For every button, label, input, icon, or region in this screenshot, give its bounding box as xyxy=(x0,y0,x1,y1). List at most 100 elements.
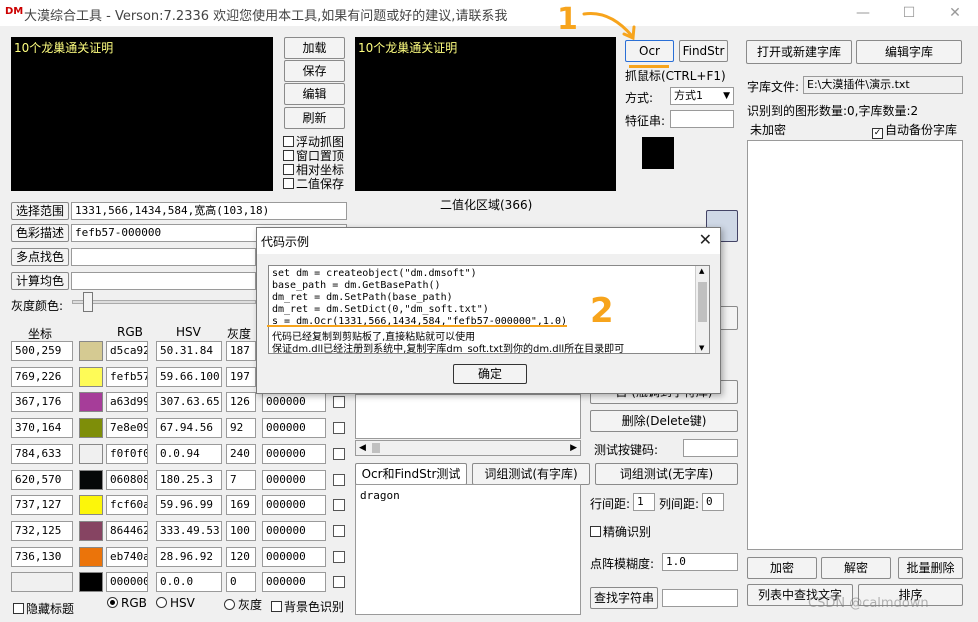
table-coord-cell[interactable]: 736,130 xyxy=(11,547,73,567)
code-scroll-thumb[interactable] xyxy=(698,282,707,322)
table-value-cell[interactable]: 000000 xyxy=(262,495,326,515)
test-key-input[interactable] xyxy=(683,439,738,457)
minimize-button[interactable]: — xyxy=(840,0,886,26)
table-gray-cell[interactable]: 7 xyxy=(226,470,256,490)
feature-input[interactable] xyxy=(670,110,734,128)
table-value-cell[interactable]: 000000 xyxy=(262,521,326,541)
table-row-checkbox[interactable] xyxy=(333,448,345,460)
gray-slider-thumb[interactable] xyxy=(83,292,93,312)
dict-list[interactable] xyxy=(747,140,963,550)
avg-color-button[interactable]: 计算均色 xyxy=(11,272,69,290)
code-scrollbar[interactable]: ▲ ▼ xyxy=(695,266,709,353)
rgb-radio[interactable]: RGB xyxy=(107,596,147,610)
table-coord-cell[interactable]: 370,164 xyxy=(11,418,73,438)
scroll-down-icon[interactable]: ▼ xyxy=(699,344,704,352)
open-dict-button[interactable]: 打开或新建字库 xyxy=(746,40,852,64)
table-coord-cell[interactable]: 620,570 xyxy=(11,470,73,490)
decrypt-button[interactable]: 解密 xyxy=(821,557,891,579)
table-hsv-cell[interactable]: 28.96.92 xyxy=(156,547,222,567)
table-coord-cell[interactable]: 500,259 xyxy=(11,341,73,361)
auto-backup-checkbox[interactable]: ✓ 自动备份字库 xyxy=(872,121,957,139)
table-rgb-cell[interactable]: d5ca92 xyxy=(106,341,148,361)
table-hsv-cell[interactable]: 59.66.100 xyxy=(156,367,222,387)
row-gap-input[interactable]: 1 xyxy=(633,493,655,511)
hide-title-checkbox[interactable]: 隐藏标题 xyxy=(13,600,74,617)
dialog-close-icon[interactable]: ✕ xyxy=(699,230,712,249)
scroll-left-icon[interactable]: ◀ xyxy=(359,441,366,455)
gray-slider-track[interactable] xyxy=(72,300,256,304)
table-coord-cell[interactable] xyxy=(11,572,73,592)
table-coord-cell[interactable]: 367,176 xyxy=(11,392,73,412)
table-hsv-cell[interactable]: 0.0.0 xyxy=(156,572,222,592)
load-button[interactable]: 加载 xyxy=(284,37,345,59)
table-rgb-cell[interactable]: 000000 xyxy=(106,572,148,592)
table-value-cell[interactable]: 000000 xyxy=(262,392,326,412)
batch-delete-button[interactable]: 批量删除 xyxy=(898,557,963,579)
table-row-checkbox[interactable] xyxy=(333,551,345,563)
select-range-input[interactable]: 1331,566,1434,584,宽高(103,18) xyxy=(71,202,347,220)
multi-color-input[interactable] xyxy=(71,248,256,266)
multi-color-button[interactable]: 多点找色 xyxy=(11,248,69,266)
ocr-result-area[interactable]: dragon xyxy=(355,484,581,615)
table-gray-cell[interactable]: 169 xyxy=(226,495,256,515)
dict-file-input[interactable]: E:\大漠插件\演示.txt xyxy=(803,76,963,94)
color-desc-button[interactable]: 色彩描述 xyxy=(11,224,69,242)
table-rgb-cell[interactable]: fefb57 xyxy=(106,367,148,387)
table-gray-cell[interactable]: 0 xyxy=(226,572,256,592)
refresh-button[interactable]: 刷新 xyxy=(284,107,345,129)
table-rgb-cell[interactable]: eb740a xyxy=(106,547,148,567)
col-gap-input[interactable]: 0 xyxy=(702,493,724,511)
binary-save-checkbox[interactable]: 二值保存 xyxy=(283,175,344,192)
scroll-up-icon[interactable]: ▲ xyxy=(699,267,704,275)
table-rgb-cell[interactable]: 060808 xyxy=(106,470,148,490)
hsv-radio[interactable]: HSV xyxy=(156,596,195,610)
table-value-cell[interactable]: 000000 xyxy=(262,418,326,438)
edit-button[interactable]: 编辑 xyxy=(284,83,345,105)
table-gray-cell[interactable]: 240 xyxy=(226,444,256,464)
table-hsv-cell[interactable]: 59.96.99 xyxy=(156,495,222,515)
table-row-checkbox[interactable] xyxy=(333,499,345,511)
table-gray-cell[interactable]: 126 xyxy=(226,392,256,412)
mid-list[interactable] xyxy=(355,394,581,439)
table-gray-cell[interactable]: 187 xyxy=(226,341,256,361)
table-rgb-cell[interactable]: a63d99 xyxy=(106,392,148,412)
table-rgb-cell[interactable]: fcf60a xyxy=(106,495,148,515)
table-value-cell[interactable]: 000000 xyxy=(262,572,326,592)
table-row-checkbox[interactable] xyxy=(333,576,345,588)
exact-recognize-checkbox[interactable]: 精确识别 xyxy=(590,523,651,540)
table-rgb-cell[interactable]: 864462 xyxy=(106,521,148,541)
edit-dict-button[interactable]: 编辑字库 xyxy=(856,40,962,64)
table-hsv-cell[interactable]: 0.0.94 xyxy=(156,444,222,464)
table-row-checkbox[interactable] xyxy=(333,396,345,408)
scroll-right-icon[interactable]: ▶ xyxy=(570,441,577,455)
table-rgb-cell[interactable]: 7e8e09 xyxy=(106,418,148,438)
table-rgb-cell[interactable]: f0f0f0 xyxy=(106,444,148,464)
table-hsv-cell[interactable]: 50.31.84 xyxy=(156,341,222,361)
mode-select[interactable]: 方式1 ▼ xyxy=(670,87,734,105)
table-coord-cell[interactable]: 769,226 xyxy=(11,367,73,387)
select-range-button[interactable]: 选择范围 xyxy=(11,202,69,220)
table-row-checkbox[interactable] xyxy=(333,525,345,537)
table-value-cell[interactable]: 000000 xyxy=(262,547,326,567)
code-textarea[interactable]: set dm = createobject("dm.dmsoft") base_… xyxy=(268,265,710,354)
close-button[interactable]: ✕ xyxy=(932,0,978,26)
tab-group-dict[interactable]: 词组测试(有字库) xyxy=(472,463,590,485)
findstr-button[interactable]: FindStr xyxy=(679,40,728,62)
table-row-checkbox[interactable] xyxy=(333,474,345,486)
ok-button[interactable]: 确定 xyxy=(453,364,527,384)
find-string-input[interactable] xyxy=(662,589,738,607)
find-string-button[interactable]: 查找字符串 xyxy=(590,587,658,609)
table-gray-cell[interactable]: 92 xyxy=(226,418,256,438)
table-coord-cell[interactable]: 784,633 xyxy=(11,444,73,464)
tab-ocr-findstr[interactable]: Ocr和FindStr测试 xyxy=(355,463,467,485)
table-coord-cell[interactable]: 732,125 xyxy=(11,521,73,541)
table-row-checkbox[interactable] xyxy=(333,422,345,434)
table-coord-cell[interactable]: 737,127 xyxy=(11,495,73,515)
scroll-thumb[interactable] xyxy=(372,443,380,453)
mid-scrollbar[interactable]: ◀ ▶ xyxy=(355,440,581,456)
bg-recognize-checkbox[interactable]: 背景色识别 xyxy=(271,598,344,615)
save-button[interactable]: 保存 xyxy=(284,60,345,82)
table-value-cell[interactable]: 000000 xyxy=(262,470,326,490)
delete-button[interactable]: 删除(Delete键) xyxy=(590,410,738,432)
table-gray-cell[interactable]: 197 xyxy=(226,367,256,387)
